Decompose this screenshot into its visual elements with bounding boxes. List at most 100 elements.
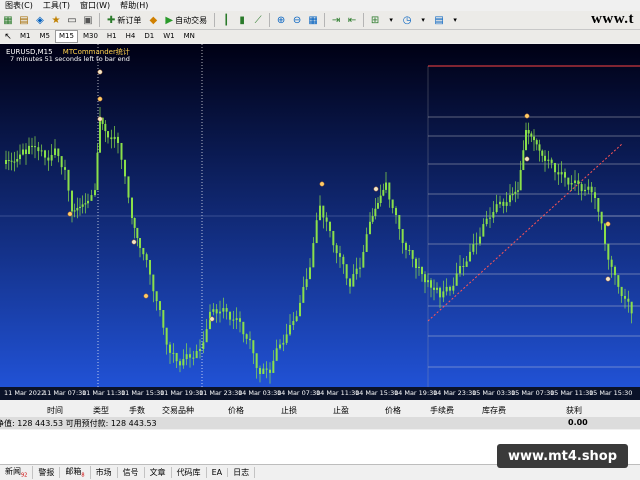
candle-body xyxy=(535,140,538,145)
tf-m1[interactable]: M1 xyxy=(16,30,35,43)
tf-w1[interactable]: W1 xyxy=(159,30,178,43)
candle-body xyxy=(229,311,231,320)
candle-body xyxy=(215,309,218,314)
tf-mn[interactable]: MN xyxy=(180,30,199,43)
terminal-tab[interactable]: 邮箱8 xyxy=(60,466,91,479)
candle-body xyxy=(262,368,265,374)
candle-body xyxy=(182,359,185,366)
candle-body xyxy=(40,150,43,152)
col-type[interactable]: 类型 xyxy=(93,405,109,416)
terminal-tab[interactable]: 日志 xyxy=(228,467,256,478)
candle-body xyxy=(269,369,271,373)
candle-body xyxy=(342,256,345,265)
candle-body xyxy=(452,285,455,291)
candle-body xyxy=(594,192,596,198)
chart-background xyxy=(0,44,640,400)
trade-marker xyxy=(605,276,611,282)
terminal-tab[interactable]: EA xyxy=(207,468,229,477)
candle-body xyxy=(482,224,485,237)
scroll-icon[interactable]: ⇥ xyxy=(329,13,343,27)
candle-body xyxy=(560,172,563,175)
col-profit[interactable]: 获利 xyxy=(566,405,582,416)
candle-body xyxy=(133,217,136,228)
candle-body xyxy=(379,195,382,203)
cursor-icon[interactable]: ↖ xyxy=(1,30,15,44)
chevron-down-icon[interactable]: ▾ xyxy=(416,13,430,27)
candle-body xyxy=(90,195,93,201)
col-time[interactable]: 时间 xyxy=(47,405,63,416)
tf-m15[interactable]: M15 xyxy=(55,30,78,43)
meta-editor-icon[interactable]: ◆ xyxy=(146,13,160,27)
candle-body xyxy=(427,280,429,283)
terminal-tab[interactable]: 警报 xyxy=(33,467,61,478)
candle-body xyxy=(362,251,365,268)
candle-body xyxy=(189,354,191,358)
menu-tools[interactable]: 工具(T) xyxy=(38,0,75,11)
candle-body xyxy=(385,182,387,190)
candle-body xyxy=(541,150,544,156)
chart-canvas[interactable] xyxy=(0,44,640,400)
col-price2[interactable]: 价格 xyxy=(385,405,401,416)
site-logo: www.t xyxy=(591,11,634,27)
price-chart[interactable]: EURUSD,M15 MTCommander统计 7 minutes 51 se… xyxy=(0,44,640,400)
tf-d1[interactable]: D1 xyxy=(140,30,158,43)
candle-body xyxy=(492,211,495,218)
navigator-icon[interactable]: ★ xyxy=(49,13,63,27)
profiles-icon[interactable]: ▤ xyxy=(17,13,31,27)
chevron-down-icon[interactable]: ▾ xyxy=(384,13,398,27)
tf-h4[interactable]: H4 xyxy=(122,30,140,43)
candle-body xyxy=(325,217,328,222)
tf-m30[interactable]: M30 xyxy=(79,30,102,43)
col-lots[interactable]: 手数 xyxy=(129,405,145,416)
tile-icon[interactable]: ▦ xyxy=(306,13,320,27)
col-swap[interactable]: 库存费 xyxy=(482,405,506,416)
menu-help[interactable]: 帮助(H) xyxy=(115,0,153,11)
autoscroll-icon[interactable]: ⇤ xyxy=(345,13,359,27)
candle-body xyxy=(597,197,600,212)
chevron-down-icon[interactable]: ▾ xyxy=(448,13,462,27)
menu-chart[interactable]: 图表(C) xyxy=(0,0,38,11)
candle-body xyxy=(292,321,295,326)
terminal-icon[interactable]: ▭ xyxy=(65,13,79,27)
templates-icon[interactable]: ▤ xyxy=(432,13,446,27)
zoom-out-icon[interactable]: ⊖ xyxy=(290,13,304,27)
terminal-header: 时间 类型 手数 交易品种 价格 止损 止盈 价格 手续费 库存费 获利 xyxy=(0,404,640,416)
col-symbol[interactable]: 交易品种 xyxy=(162,405,194,416)
candle-body xyxy=(365,234,368,252)
zoom-in-icon[interactable]: ⊕ xyxy=(274,13,288,27)
candle-body xyxy=(355,268,358,275)
line-chart-icon[interactable]: ⟋ xyxy=(251,13,265,27)
terminal-tab[interactable]: 文章 xyxy=(145,467,172,478)
col-commission[interactable]: 手续费 xyxy=(430,405,454,416)
candle-body xyxy=(405,242,407,250)
terminal-tab[interactable]: 代码库 xyxy=(172,467,207,478)
terminal-tab[interactable]: 信号 xyxy=(118,467,145,478)
auto-trade-button[interactable]: ▶ 自动交易 xyxy=(163,13,209,28)
col-tp[interactable]: 止盈 xyxy=(333,405,349,416)
candle-body xyxy=(517,190,519,192)
candle-chart-icon[interactable]: ▮ xyxy=(235,13,249,27)
strategy-tester-icon[interactable]: ▣ xyxy=(81,13,95,27)
new-order-button[interactable]: ✚ 新订单 xyxy=(105,13,143,28)
periods-icon[interactable]: ◷ xyxy=(400,13,414,27)
indicators-icon[interactable]: ⊞ xyxy=(368,13,382,27)
terminal-tab[interactable]: 市场 xyxy=(91,467,118,478)
candle-body xyxy=(469,251,471,262)
trade-marker xyxy=(373,186,379,192)
terminal-tab[interactable]: 新闻92 xyxy=(0,466,34,479)
new-chart-icon[interactable]: ▦ xyxy=(1,13,15,27)
candle-body xyxy=(139,237,141,248)
tf-h1[interactable]: H1 xyxy=(103,30,121,43)
candle-body xyxy=(79,206,81,208)
col-price[interactable]: 价格 xyxy=(228,405,244,416)
market-watch-icon[interactable]: ◈ xyxy=(33,13,47,27)
candle-body xyxy=(242,321,245,335)
menu-window[interactable]: 窗口(W) xyxy=(75,0,115,11)
col-sl[interactable]: 止损 xyxy=(281,405,297,416)
trade-marker xyxy=(209,316,215,322)
candle-body xyxy=(449,286,451,291)
candle-body xyxy=(530,133,533,137)
candle-body xyxy=(19,154,21,160)
tf-m5[interactable]: M5 xyxy=(36,30,55,43)
bar-chart-icon[interactable]: ┃ xyxy=(219,13,233,27)
